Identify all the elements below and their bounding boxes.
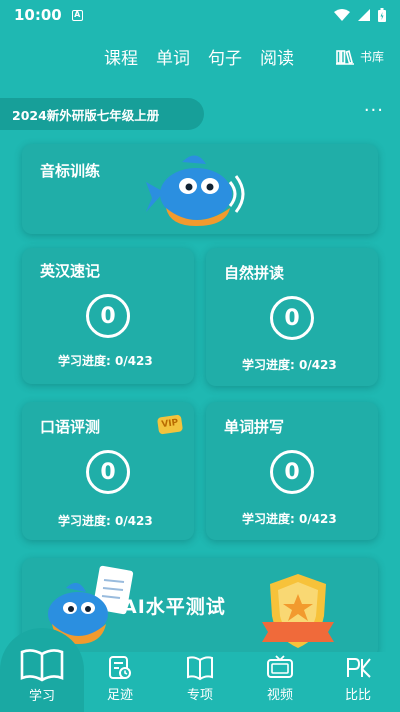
fish-mascot-icon bbox=[146, 155, 245, 226]
spelling-title: 单词拼写 bbox=[224, 418, 285, 436]
tab-video-label: 视频 bbox=[266, 688, 293, 703]
rapid-memory-card[interactable]: 英汉速记 0 学习进度: 0/423 bbox=[22, 248, 194, 384]
library-label: 书库 bbox=[359, 50, 384, 64]
tab-footprint[interactable]: 足迹 bbox=[90, 655, 150, 703]
natural-phonics-score: 0 bbox=[270, 296, 314, 340]
notification-icon: A bbox=[71, 9, 83, 21]
tab-compare-label: 比比 bbox=[344, 688, 371, 703]
status-bar: 10:00 A bbox=[0, 0, 400, 30]
oral-test-score: 0 bbox=[86, 450, 130, 494]
tab-video[interactable]: 视频 bbox=[250, 655, 310, 703]
pk-icon bbox=[347, 658, 371, 678]
library-button[interactable]: 书库 bbox=[335, 48, 384, 65]
status-icons bbox=[334, 8, 386, 22]
phonics-title: 音标训练 bbox=[40, 162, 101, 180]
book-title: 2024新外研版七年级上册 bbox=[12, 107, 160, 123]
status-time: 10:00 bbox=[14, 6, 62, 24]
ai-test-title: AI水平测试 bbox=[122, 596, 226, 618]
oral-test-progress: 学习进度: 0/423 bbox=[58, 514, 153, 528]
signal-icon bbox=[358, 9, 370, 21]
rapid-memory-title: 英汉速记 bbox=[40, 262, 101, 280]
rapid-memory-progress: 学习进度: 0/423 bbox=[58, 354, 153, 368]
history-icon bbox=[109, 656, 131, 679]
rapid-memory-score: 0 bbox=[86, 294, 130, 338]
phonics-card[interactable]: 音标训练 bbox=[22, 144, 378, 234]
book-selector[interactable]: 2024新外研版七年级上册 bbox=[0, 98, 204, 130]
spelling-score: 0 bbox=[270, 450, 314, 494]
top-nav-words[interactable]: 单词 bbox=[156, 44, 190, 69]
spelling-progress: 学习进度: 0/423 bbox=[242, 512, 337, 526]
top-nav-reading[interactable]: 阅读 bbox=[260, 44, 294, 69]
oral-test-title: 口语评测 bbox=[40, 418, 101, 436]
tab-special-label: 专项 bbox=[186, 688, 213, 703]
open-book-icon bbox=[20, 649, 64, 682]
trophy-shield-icon bbox=[262, 574, 334, 648]
tab-footprint-label: 足迹 bbox=[106, 688, 133, 703]
wifi-icon bbox=[334, 9, 350, 21]
top-nav: 课程 单词 句子 阅读 bbox=[104, 44, 294, 69]
bookshelf-icon bbox=[335, 49, 354, 65]
natural-phonics-progress: 学习进度: 0/423 bbox=[242, 358, 337, 372]
tv-icon bbox=[267, 655, 293, 678]
natural-phonics-title: 自然拼读 bbox=[224, 264, 285, 282]
tab-study-label: 学习 bbox=[28, 689, 55, 704]
natural-phonics-card[interactable]: 自然拼读 0 学习进度: 0/423 bbox=[206, 248, 378, 386]
battery-icon bbox=[378, 8, 386, 22]
top-nav-sentences[interactable]: 句子 bbox=[208, 44, 242, 69]
tab-special[interactable]: 专项 bbox=[170, 655, 230, 703]
spelling-card[interactable]: 单词拼写 0 学习进度: 0/423 bbox=[206, 402, 378, 540]
book-icon bbox=[187, 656, 213, 681]
vip-badge: VIP bbox=[156, 414, 184, 435]
tab-compare[interactable]: 比比 bbox=[328, 655, 388, 703]
top-nav-course[interactable]: 课程 bbox=[104, 44, 138, 69]
ai-test-card[interactable]: AI水平测试 bbox=[22, 558, 378, 658]
tab-study[interactable]: 学习 bbox=[12, 648, 72, 704]
oral-test-card[interactable]: 口语评测 VIP 0 学习进度: 0/423 bbox=[22, 402, 194, 540]
more-options-icon[interactable]: ··· bbox=[364, 102, 384, 120]
